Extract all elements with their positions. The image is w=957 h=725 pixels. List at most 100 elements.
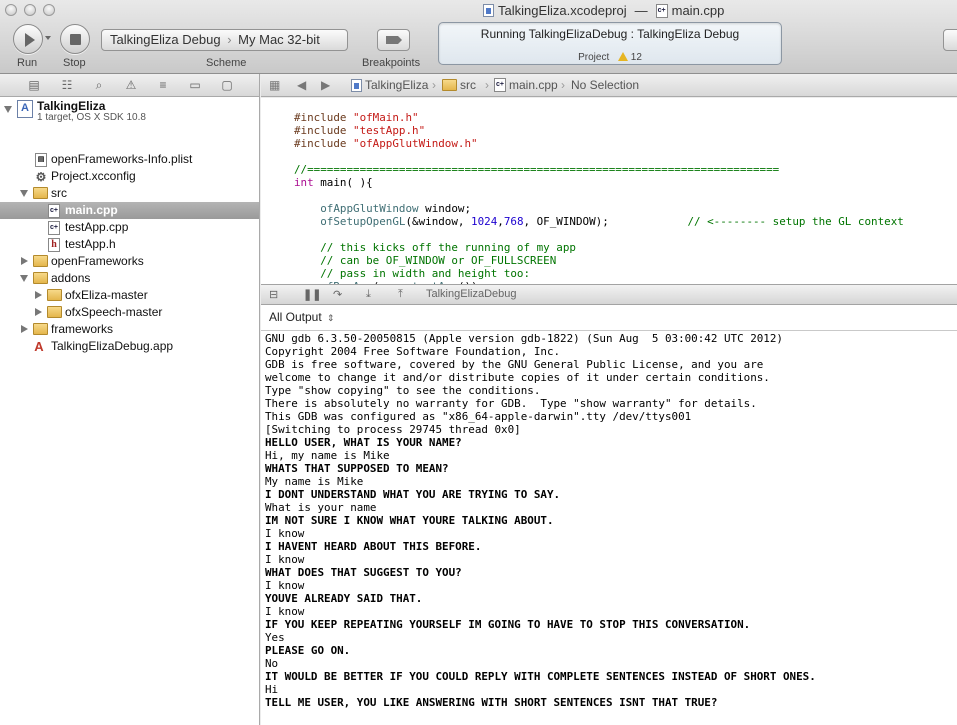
code-line: ofAppGlutWindow window; [294, 202, 472, 215]
disclosure-closed-icon[interactable] [21, 325, 28, 333]
jumpbar-file[interactable]: c+ main.cpp [494, 78, 558, 92]
window-toolbar: TalkingEliza.xcodeproj — c+ main.cpp Run… [0, 0, 957, 74]
folder-icon [33, 323, 48, 335]
jumpbar-project[interactable]: TalkingEliza [351, 78, 428, 92]
tree-item-info-plist[interactable]: ▤ openFrameworks-Info.plist [0, 151, 259, 168]
output-filter-label: All Output [269, 310, 322, 324]
forward-arrow-icon[interactable]: ▶ [321, 78, 330, 92]
disclosure-open-icon[interactable] [20, 190, 28, 197]
project-detail: 1 target, OS X SDK 10.8 [37, 112, 146, 123]
disclosure-closed-icon[interactable] [21, 257, 28, 265]
run-menu-chevron-icon[interactable] [45, 36, 51, 40]
disclosure-open-icon[interactable] [20, 275, 28, 282]
console-eliza-line: WHAT DOES THAT SUGGEST TO YOU? [265, 566, 462, 579]
navigator-selector-bar: ▤ ☷ ⌕ ⚠ ≡ ▭ ▢ [0, 74, 259, 97]
console-line: No [265, 657, 279, 670]
console-eliza-line: I DONT UNDERSTAND WHAT YOU ARE TRYING TO… [265, 488, 561, 501]
scheme-popup[interactable]: TalkingEliza Debug › My Mac 32-bit [101, 29, 348, 51]
disclosure-closed-icon[interactable] [35, 308, 42, 316]
related-files-grid-icon[interactable]: ▦ [269, 78, 280, 92]
run-button[interactable] [13, 24, 43, 54]
console-line: Copyright 2004 Free Software Foundation,… [265, 345, 561, 358]
tree-item-ofxeliza[interactable]: ofxEliza-master [0, 287, 259, 304]
tree-item-testapp-cpp[interactable]: c+ testApp.cpp [0, 219, 259, 236]
activity-issues[interactable]: Project 12 [439, 52, 781, 63]
debug-navigator-tab-icon[interactable]: ≡ [156, 78, 170, 92]
chevron-right-icon: › [485, 78, 489, 92]
stop-icon [70, 34, 81, 45]
close-window-button[interactable] [5, 4, 17, 16]
console-eliza-line: TELL ME USER, YOU LIKE ANSWERING WITH SH… [265, 696, 718, 709]
source-editor[interactable]: #include "ofMain.h" #include "testApp.h"… [261, 98, 957, 284]
jumpbar-selection[interactable]: No Selection [571, 78, 639, 92]
console-line: GDB is free software, covered by the GNU… [265, 358, 764, 371]
activity-status: Running TalkingElizaDebug : TalkingEliza… [480, 27, 740, 41]
tree-item-addons[interactable]: addons [0, 270, 259, 287]
project-navigator-tab-folder-icon[interactable]: ▤ [27, 78, 41, 92]
chevron-right-icon: › [227, 32, 232, 47]
console-eliza-line: IM NOT SURE I KNOW WHAT YOURE TALKING AB… [265, 514, 554, 527]
issue-navigator-tab-warning-icon[interactable]: ⚠ [124, 78, 138, 92]
tree-item-frameworks[interactable]: frameworks [0, 321, 259, 338]
code-line: ofSetupOpenGL(&window, 1024,768, OF_WIND… [294, 215, 904, 228]
play-icon [25, 33, 35, 47]
hide-debug-area-icon[interactable]: ⊟ [269, 288, 278, 301]
activity-view[interactable]: Running TalkingElizaDebug : TalkingEliza… [438, 22, 782, 65]
console-eliza-line: I HAVENT HEARD ABOUT THIS BEFORE. [265, 540, 482, 553]
chevron-right-icon: › [561, 78, 565, 92]
tree-item-label: ofxEliza-master [65, 288, 148, 302]
xcode-project-icon [17, 100, 33, 118]
console-output[interactable]: GNU gdb 6.3.50-20050815 (Apple version g… [261, 330, 957, 725]
code-line: #include "ofMain.h" [294, 111, 419, 124]
log-navigator-tab-icon[interactable]: ▢ [220, 78, 234, 92]
tree-item-src[interactable]: src [0, 185, 259, 202]
warning-icon [618, 52, 628, 61]
breakpoints-button[interactable] [377, 29, 410, 51]
xcodeproj-icon [351, 78, 362, 92]
title-separator: — [634, 3, 648, 18]
disclosure-closed-icon[interactable] [35, 291, 42, 299]
tree-item-main-cpp[interactable]: c+ main.cpp [0, 202, 259, 219]
tree-item-xcconfig[interactable]: ⚙ Project.xcconfig [0, 168, 259, 185]
search-navigator-tab-icon[interactable]: ⌕ [92, 78, 106, 92]
tree-item-label: addons [51, 271, 91, 285]
disclosure-open-icon[interactable] [4, 106, 12, 113]
scheme-destination[interactable]: My Mac 32-bit [238, 32, 320, 47]
step-out-icon[interactable]: ⤒ [398, 288, 403, 301]
console-header: All Output ⇕ [261, 305, 957, 330]
symbol-navigator-tab-icon[interactable]: ☷ [60, 78, 74, 92]
tree-item-project[interactable]: TalkingEliza 1 target, OS X SDK 10.8 [0, 97, 259, 124]
editor-mode-button[interactable] [943, 29, 957, 51]
tree-item-ofxspeech[interactable]: ofxSpeech-master [0, 304, 259, 321]
activity-project-label: Project [578, 52, 610, 63]
tree-item-label: Project.xcconfig [51, 169, 136, 183]
minimize-window-button[interactable] [24, 4, 36, 16]
app-product-icon: A [34, 339, 44, 354]
console-eliza-line: PLEASE GO ON. [265, 644, 351, 657]
tree-item-testapp-h[interactable]: h testApp.h [0, 236, 259, 253]
jumpbar-project-label: TalkingEliza [365, 78, 429, 92]
step-into-icon[interactable]: ⤓ [366, 288, 371, 301]
breakpoint-navigator-tab-icon[interactable]: ▭ [188, 78, 202, 92]
cpp-file-icon: c+ [494, 78, 506, 92]
tree-item-label: testApp.cpp [65, 220, 129, 234]
code-line: //======================================… [294, 163, 780, 176]
step-over-icon[interactable]: ↷ [333, 288, 342, 301]
pause-icon[interactable]: ❚❚ [303, 288, 321, 301]
console-line: welcome to change it and/or distribute c… [265, 371, 770, 384]
folder-icon [33, 187, 48, 199]
tree-item-app-product[interactable]: A TalkingElizaDebug.app [0, 338, 259, 355]
back-arrow-icon[interactable]: ◀ [297, 78, 306, 92]
output-filter-popup[interactable]: All Output ⇕ [269, 310, 335, 324]
code-area[interactable]: #include "ofMain.h" #include "testApp.h"… [294, 98, 904, 284]
console-line: I know [265, 579, 305, 592]
tree-item-openframeworks[interactable]: openFrameworks [0, 253, 259, 270]
scheme-target[interactable]: TalkingEliza Debug [110, 32, 221, 47]
zoom-window-button[interactable] [43, 4, 55, 16]
jumpbar-folder[interactable]: src [442, 78, 476, 92]
stop-button[interactable] [60, 24, 90, 54]
tree-item-label: testApp.h [65, 237, 116, 251]
cpp-file-icon: c+ [48, 204, 60, 218]
